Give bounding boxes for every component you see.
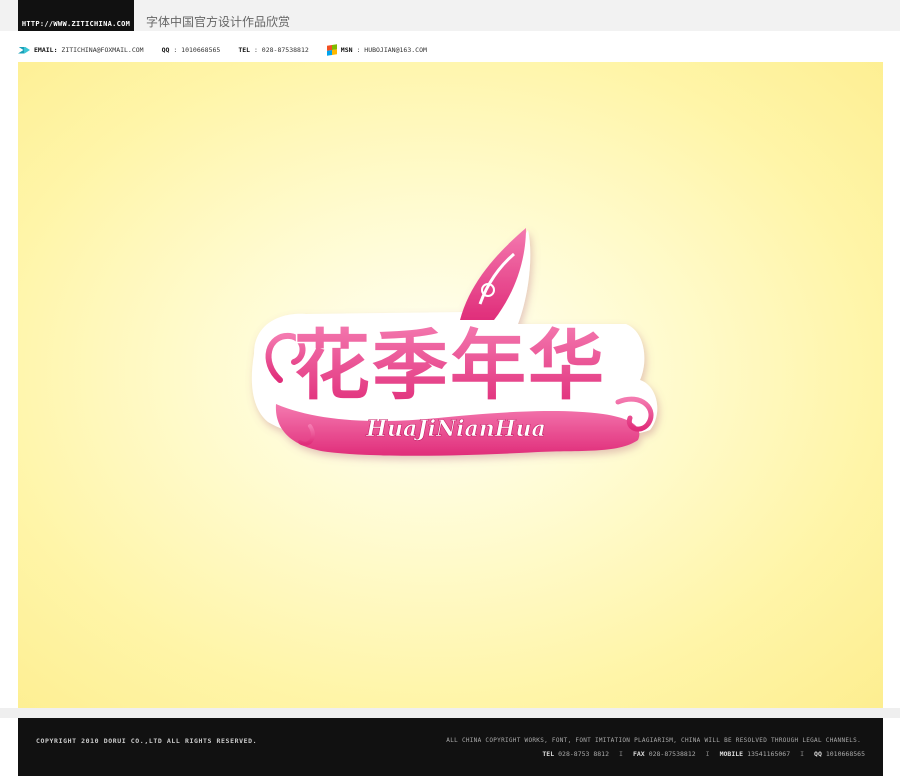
logo-artwork: 花季年华 HuaJiNianHua xyxy=(251,228,658,456)
site-url-link[interactable]: HTTP://WWW.ZITICHINA.COM xyxy=(18,0,134,31)
footer-tel-value: 028-8753 8812 xyxy=(558,750,610,758)
qq-value: : 1010668565 xyxy=(173,46,221,54)
tel-contact: TEL : 028-87538812 xyxy=(238,46,308,54)
email-contact: EMAIL: ZITICHINA@FOXMAIL.COM xyxy=(18,46,144,54)
msn-contact: MSN : HUBOJIAN@163.COM xyxy=(326,44,427,56)
msn-icon xyxy=(326,44,337,56)
contact-row: EMAIL: ZITICHINA@FOXMAIL.COM QQ : 101066… xyxy=(18,44,888,56)
footer-mobile-label: MOBILE xyxy=(719,750,744,758)
footer-qq-value: 1010668565 xyxy=(825,750,865,758)
msn-value[interactable]: : HUBOJIAN@163.COM xyxy=(356,46,426,54)
footer-fax-label: FAX xyxy=(632,750,645,758)
top-bar: HTTP://WWW.ZITICHINA.COM 字体中国官方设计作品欣赏 xyxy=(0,0,900,31)
msn-label: MSN xyxy=(340,46,353,54)
logo-chinese-text: 花季年华 xyxy=(294,321,606,410)
footer-contacts: TEL 028-8753 8812 I FAX 028-87538812 I M… xyxy=(542,750,865,758)
legal-notice: ALL CHINA COPYRIGHT WORKS, FONT, FONT IM… xyxy=(446,737,861,744)
footer-divider xyxy=(0,708,900,718)
tel-value: : 028-87538812 xyxy=(253,46,309,54)
logo-pinyin-text: HuaJiNianHua xyxy=(365,416,546,442)
page-title: 字体中国官方设计作品欣赏 xyxy=(146,15,291,29)
qq-contact: QQ : 1010668565 xyxy=(162,46,221,54)
copyright-text: COPYRIGHT 2010 DORUI CO.,LTD ALL RIGHTS … xyxy=(36,737,258,745)
tel-label: TEL xyxy=(238,46,251,54)
artwork-canvas: 花季年华 HuaJiNianHua xyxy=(18,62,883,708)
qq-label: QQ xyxy=(161,46,170,54)
footer-fax-value: 028-87538812 xyxy=(648,750,696,758)
email-value[interactable]: ZITICHINA@FOXMAIL.COM xyxy=(61,46,143,54)
footer-tel-label: TEL xyxy=(542,750,555,758)
email-label: EMAIL: xyxy=(34,46,58,54)
arrow-icon xyxy=(18,46,30,54)
footer-qq-label: QQ xyxy=(814,750,822,758)
footer: COPYRIGHT 2010 DORUI CO.,LTD ALL RIGHTS … xyxy=(18,718,883,776)
footer-separator: I xyxy=(705,750,710,758)
footer-mobile-value: 13541165067 xyxy=(747,750,791,758)
footer-separator: I xyxy=(800,750,805,758)
footer-separator: I xyxy=(619,750,623,758)
